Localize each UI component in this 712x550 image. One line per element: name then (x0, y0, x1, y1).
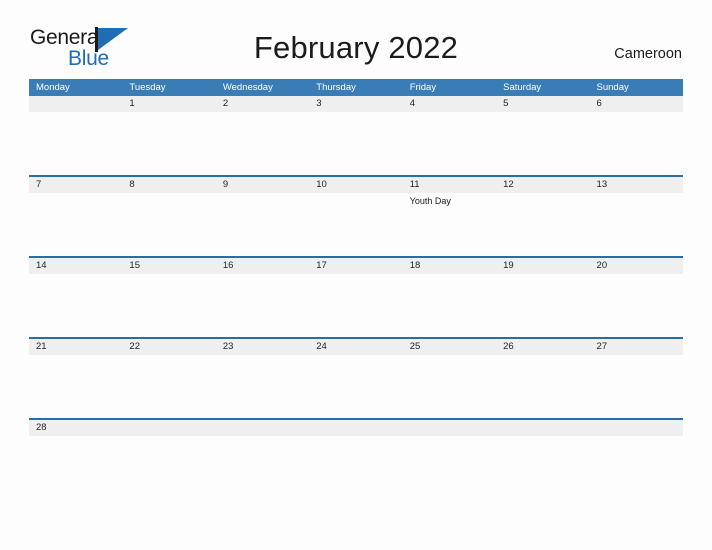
day-cell-20[interactable]: 20 (589, 258, 683, 337)
day-cell-16[interactable]: 16 (215, 258, 310, 337)
day-number: 12 (503, 179, 514, 190)
calendar-table: Monday Tuesday Wednesday Thursday Friday Satu… (29, 79, 683, 442)
weekday-header-tuesday: Tuesday (129, 82, 166, 93)
day-number: 6 (596, 98, 602, 109)
weekday-header-friday: Friday (409, 82, 437, 93)
day-number: 7 (36, 179, 42, 190)
day-number: 10 (316, 179, 327, 190)
day-number: 28 (36, 422, 47, 433)
day-cell-9[interactable]: 9 (215, 177, 310, 256)
calendar-week-row: 1 2 3 4 5 6 (29, 96, 683, 175)
day-number: 4 (409, 98, 415, 109)
day-cell-8[interactable]: 8 (122, 177, 216, 256)
day-cell-4[interactable]: 4 (402, 96, 497, 175)
day-cell-empty[interactable] (309, 420, 403, 442)
day-cell-10[interactable]: 10 (309, 177, 403, 256)
day-number: 21 (36, 341, 47, 352)
day-number: 3 (316, 98, 322, 109)
day-cell-17[interactable]: 17 (309, 258, 403, 337)
country-label: Cameroon (614, 46, 682, 62)
day-number: 9 (222, 179, 229, 190)
day-number: 16 (222, 260, 234, 271)
day-cell-14[interactable]: 14 (29, 258, 123, 337)
day-cell-19[interactable]: 19 (496, 258, 590, 337)
day-number: 19 (503, 260, 514, 271)
calendar-week-row: 28 (29, 418, 683, 442)
day-cell-5[interactable]: 5 (496, 96, 590, 175)
day-number: 25 (409, 341, 421, 352)
day-cell-15[interactable]: 15 (122, 258, 216, 337)
calendar-week-row: 7 8 9 10 11 Youth Day 12 13 (29, 175, 683, 256)
weekday-header-row: Monday Tuesday Wednesday Thursday Friday Satu… (29, 79, 683, 96)
day-cell-7[interactable]: 7 (29, 177, 123, 256)
calendar-week-row: 21 22 23 24 25 26 27 (29, 337, 683, 418)
day-cell-empty[interactable] (589, 420, 683, 442)
day-cell-11[interactable]: 11 Youth Day (402, 177, 497, 256)
day-cell-2[interactable]: 2 (215, 96, 310, 175)
day-cell-27[interactable]: 27 (589, 339, 683, 418)
day-cell-13[interactable]: 13 (589, 177, 683, 256)
day-cell-empty[interactable] (215, 420, 310, 442)
weekday-header-sunday: Sunday (596, 82, 629, 93)
day-number: 27 (596, 341, 608, 352)
day-cell-24[interactable]: 24 (309, 339, 403, 418)
day-number: 22 (129, 341, 140, 352)
weekday-header-wednesday: Wednesday (222, 82, 273, 93)
day-cell-6[interactable]: 6 (589, 96, 683, 175)
day-number (216, 420, 309, 436)
day-number: 8 (129, 179, 135, 190)
day-number (403, 420, 496, 436)
day-cell-25[interactable]: 25 (402, 339, 497, 418)
day-cell-empty[interactable] (122, 420, 216, 442)
weekday-header-thursday: Thursday (316, 82, 356, 93)
day-number: 15 (129, 260, 140, 271)
weekday-header-monday: Monday (36, 82, 70, 93)
day-number: 1 (129, 98, 135, 109)
day-cell-18[interactable]: 18 (402, 258, 497, 337)
day-cell-28[interactable]: 28 (29, 420, 123, 442)
day-number: 13 (596, 179, 608, 190)
day-cell-empty[interactable] (496, 420, 590, 442)
day-number: 14 (36, 260, 47, 271)
day-cell-12[interactable]: 12 (496, 177, 590, 256)
day-number: 18 (409, 260, 421, 271)
day-number: 2 (222, 98, 229, 109)
day-number: 24 (316, 341, 327, 352)
day-cell-26[interactable]: 26 (496, 339, 590, 418)
day-number: 11 (409, 179, 420, 190)
day-cell-21[interactable]: 21 (29, 339, 123, 418)
day-number (590, 420, 683, 436)
day-cell-empty[interactable] (402, 420, 497, 442)
day-number: 20 (596, 260, 608, 271)
day-cell-1[interactable]: 1 (122, 96, 216, 175)
page-title: February 2022 (253, 30, 459, 65)
weekday-header-saturday: Saturday (503, 82, 542, 93)
calendar-weeks: 1 2 3 4 5 6 7 8 9 10 11 Youth Day 12 13 14 15 16 17 18 19 20… (29, 96, 683, 442)
day-number (496, 420, 589, 436)
day-cell-22[interactable]: 22 (122, 339, 216, 418)
day-cell-3[interactable]: 3 (309, 96, 403, 175)
day-number: 26 (503, 341, 514, 352)
day-number (29, 96, 122, 112)
page-header: General Blue February 2022 Cameroon (0, 0, 712, 70)
day-cell-23[interactable]: 23 (215, 339, 310, 418)
day-number: 23 (222, 341, 234, 352)
day-number (122, 420, 215, 436)
day-number (309, 420, 402, 436)
day-number: 5 (503, 98, 509, 109)
calendar-page: General Blue February 2022 Cameroon Mond… (0, 0, 712, 550)
day-number: 17 (316, 260, 327, 271)
holiday-event-label: Youth Day (409, 196, 451, 206)
calendar-week-row: 14 15 16 17 18 19 20 (29, 256, 683, 337)
day-cell-empty[interactable] (29, 96, 123, 175)
